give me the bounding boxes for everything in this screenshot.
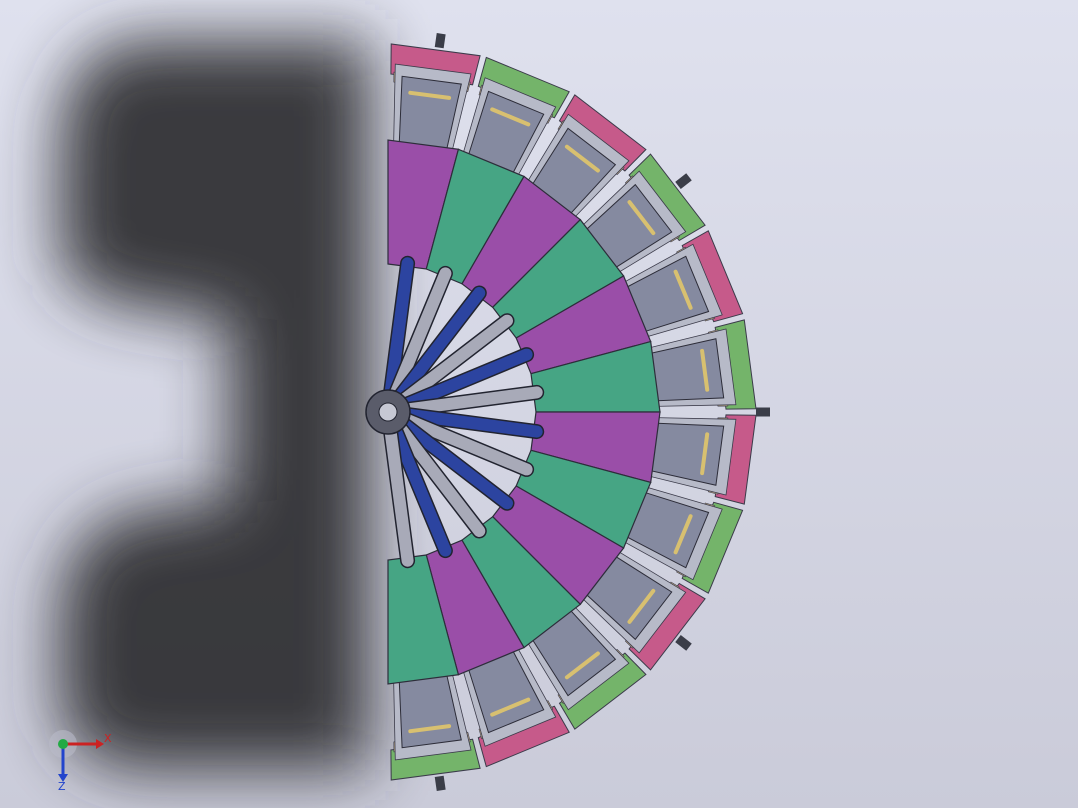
cad-viewport[interactable]: X Z <box>0 0 1078 808</box>
rim-connector <box>675 173 692 189</box>
model-scene[interactable] <box>0 0 1078 808</box>
rim-connector <box>434 775 446 791</box>
origin-marker <box>58 739 68 749</box>
model-shadow-shape <box>60 40 370 770</box>
rim-connector <box>675 635 692 651</box>
x-axis-arrowhead <box>96 739 104 749</box>
model-shadow <box>60 40 370 770</box>
axis-triad: X Z <box>49 730 112 792</box>
x-axis-label: X <box>104 732 112 745</box>
hub <box>365 389 411 435</box>
hub-center <box>378 402 398 422</box>
rim-connector <box>434 33 446 49</box>
z-axis-label: Z <box>58 780 66 792</box>
